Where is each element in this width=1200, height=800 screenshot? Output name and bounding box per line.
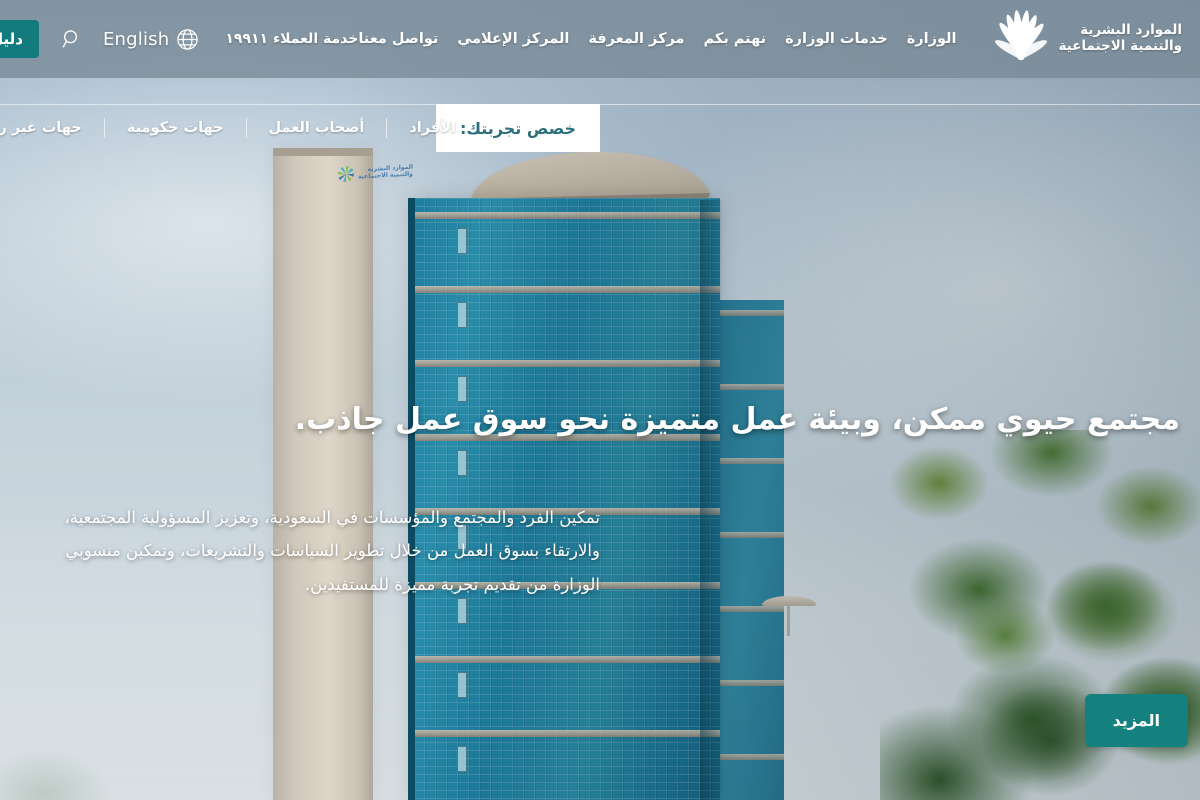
ministry-logo[interactable]: الموارد البشرية والتنمية الاجتماعية: [992, 7, 1182, 71]
tab-separator: [245, 118, 247, 138]
tab-employers[interactable]: أصحاب العمل: [247, 120, 387, 136]
audience-tab-list: الأفراد أصحاب العمل جهات حكومية جهات غير…: [0, 104, 478, 152]
palm-star-emblem-icon: [992, 7, 1050, 71]
language-label: English: [102, 28, 170, 50]
rooftop-mast: [762, 596, 816, 636]
tab-individuals[interactable]: الأفراد: [387, 120, 478, 136]
nav-item-media-center[interactable]: المركز الإعلامي: [457, 31, 569, 47]
hero-description: تمكين الفرد والمجتمع والمؤسسات في السعود…: [64, 507, 600, 595]
tab-government[interactable]: جهات حكومية: [105, 120, 246, 136]
globe-icon: [177, 28, 199, 50]
nav-item-knowledge-center[interactable]: مركز المعرفة: [588, 31, 684, 47]
tower-floor-band: [413, 212, 720, 219]
ministry-colored-mark-icon: [338, 165, 354, 183]
page-root: الموارد البشرية والتنمية الاجتماعية المو…: [0, 0, 1200, 800]
nav-item-ministry[interactable]: الوزارة: [907, 31, 957, 47]
tower-window-accent: [457, 302, 467, 328]
hero-more-button[interactable]: المزيد: [1084, 694, 1188, 747]
nav-item-we-care[interactable]: نهتم بكم: [704, 31, 767, 47]
search-icon[interactable]: [61, 28, 83, 50]
wing-floor-band: [718, 754, 784, 760]
tower-floor-band: [413, 286, 720, 293]
ministry-name-line1: الموارد البشرية: [1080, 22, 1182, 39]
customer-service-phone[interactable]: خدمة العملاء ١٩٩١١: [225, 31, 358, 47]
tab-separator: [386, 118, 388, 138]
ministry-name: الموارد البشرية والتنمية الاجتماعية: [1058, 22, 1182, 55]
tower-floor-band: [413, 730, 720, 737]
nav-item-ministry-services[interactable]: خدمات الوزارة: [785, 31, 888, 47]
main-navigation: الوزارة خدمات الوزارة نهتم بكم مركز المع…: [358, 31, 956, 47]
tower-floor-band: [413, 656, 720, 663]
top-header-bar: الموارد البشرية والتنمية الاجتماعية الوز…: [0, 0, 1200, 78]
wing-floor-band: [718, 680, 784, 686]
building-ministry-sign: الموارد البشرية والتنمية الاجتماعية: [338, 152, 434, 191]
left-ground-haze: [0, 710, 140, 800]
hero-title: مجتمع حيوي ممكن، وبيئة عمل متميزة نحو سو…: [294, 402, 1180, 437]
tower-window-accent: [457, 746, 467, 772]
audience-tab-strip: خصص تجربتك: الأفراد أصحاب العمل جهات حكو…: [0, 104, 1200, 152]
wing-floor-band: [718, 310, 784, 316]
hero-copy-block: مجتمع حيوي ممكن، وبيئة عمل متميزة نحو سو…: [0, 400, 1200, 602]
language-switcher[interactable]: English: [103, 28, 199, 51]
tower-window-accent: [457, 672, 467, 698]
tab-nonprofit[interactable]: جهات غير ربحية: [0, 120, 104, 136]
building-sign-text: الموارد البشرية والتنمية الاجتماعية: [358, 163, 413, 181]
tab-separator: [103, 118, 105, 138]
wing-floor-band: [718, 384, 784, 390]
tower-window-accent: [457, 228, 467, 254]
building-sign-line2: والتنمية الاجتماعية: [358, 170, 413, 181]
tower-floor-band: [413, 360, 720, 367]
services-guide-button[interactable]: دليل الخدمات: [0, 20, 39, 58]
nav-item-contact-us[interactable]: تواصل معنا: [358, 31, 438, 47]
tower-window-accent: [457, 376, 467, 402]
ministry-name-line2: والتنمية الاجتماعية: [1058, 38, 1182, 54]
